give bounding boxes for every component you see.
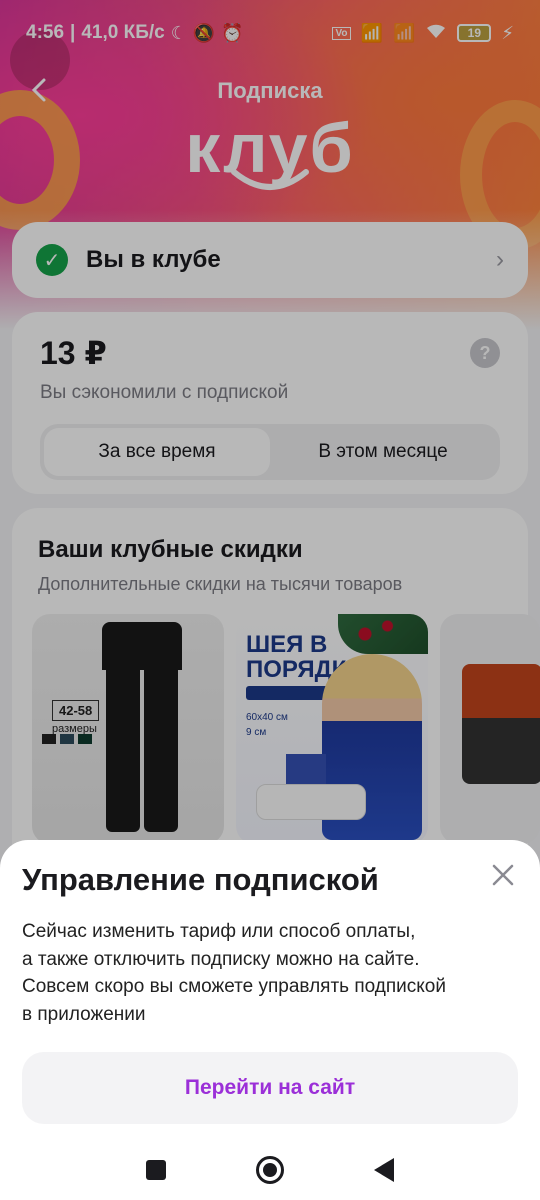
go-to-site-button[interactable]: Перейти на сайт bbox=[22, 1052, 518, 1125]
close-icon[interactable] bbox=[486, 858, 520, 892]
system-nav-bar bbox=[0, 1140, 540, 1200]
recent-apps-icon[interactable] bbox=[146, 1160, 166, 1180]
home-icon[interactable] bbox=[256, 1156, 284, 1184]
sheet-body: Сейчас изменить тариф или способ оплаты,… bbox=[22, 921, 446, 1025]
back-icon[interactable] bbox=[374, 1158, 394, 1182]
sheet-title: Управление подпиской bbox=[22, 862, 379, 897]
